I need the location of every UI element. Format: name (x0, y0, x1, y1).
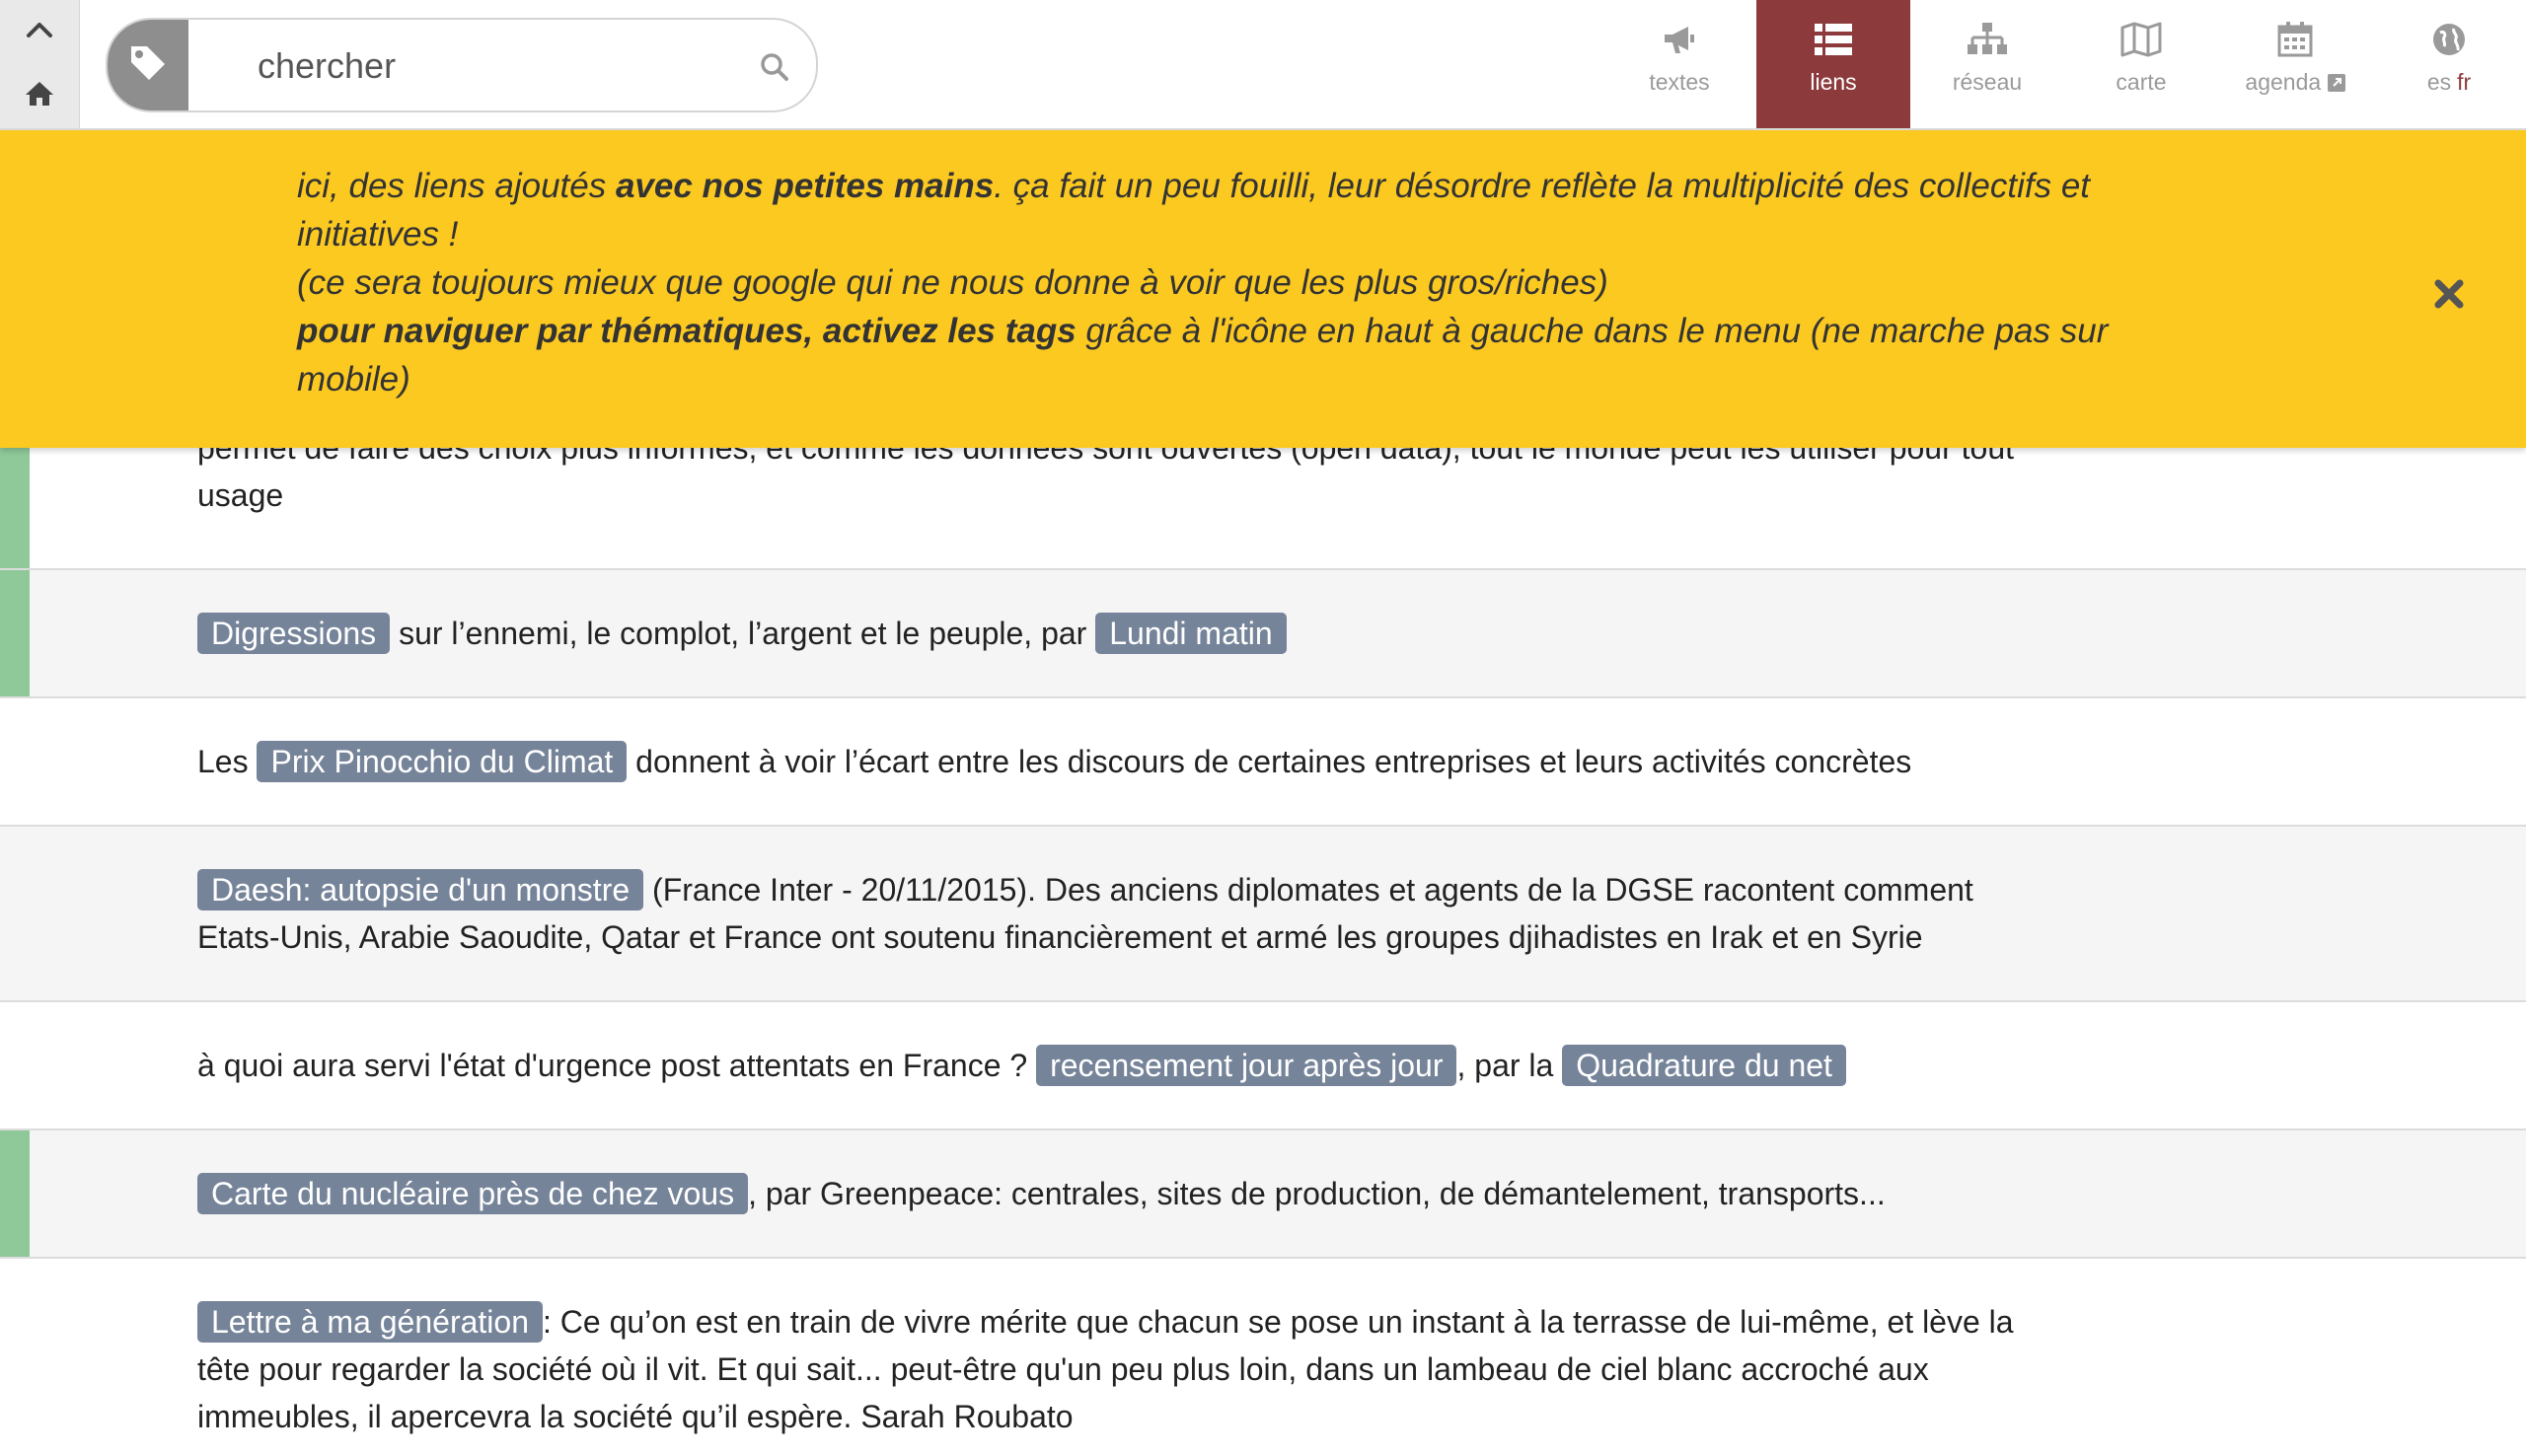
banner-line: (ce sera toujours mieux que google qui n… (297, 263, 1608, 302)
search-box (106, 18, 818, 112)
close-icon[interactable] (2427, 272, 2471, 316)
list-item-text: Les (197, 744, 258, 779)
link-tag[interactable]: Digressions (197, 613, 391, 654)
search-input[interactable] (256, 41, 733, 91)
link-tag[interactable]: Lettre à ma génération (197, 1301, 543, 1343)
list-item-text: à quoi aura servi l'état d'urgence post … (197, 1048, 1037, 1083)
arrow-up-icon (25, 20, 54, 44)
globe-icon (2432, 20, 2466, 59)
link-tag[interactable]: Quadrature du net (1562, 1045, 1846, 1086)
home-button[interactable] (0, 64, 79, 128)
status-flag (0, 1130, 30, 1257)
nav-label: liens (1810, 69, 1857, 95)
external-link-icon (2327, 71, 2345, 98)
banner-text: ici, des liens ajoutés avec nos petites … (297, 162, 2152, 403)
tag-icon (127, 42, 169, 89)
link-tag[interactable]: Daesh: autopsie d'un monstre (197, 869, 644, 910)
nav-textes[interactable]: textes (1602, 0, 1756, 128)
nav-label: carte (2116, 69, 2167, 95)
info-banner: ici, des liens ajoutés avec nos petites … (0, 130, 2526, 448)
link-tag[interactable]: Prix Pinocchio du Climat (257, 741, 628, 782)
link-tag[interactable]: Carte du nucléaire près de chez vous (197, 1173, 749, 1214)
nav-agenda[interactable]: agenda (2218, 0, 2372, 128)
search-icon[interactable] (755, 47, 794, 87)
nav-label: textes (1649, 69, 1710, 95)
nav-label: réseau (1952, 69, 2023, 95)
status-flag (0, 570, 30, 696)
list-item-text: , par Greenpeace: centrales, sites de pr… (748, 1176, 1886, 1211)
nav-reseau[interactable]: réseau (1910, 0, 2064, 128)
list-item: Digressions sur l’ennemi, le complot, l’… (0, 570, 2526, 698)
home-icon (24, 80, 55, 112)
nav-liens[interactable]: liens (1756, 0, 1910, 128)
nav-label: agenda (2245, 69, 2345, 98)
list-item: Daesh: autopsie d'un monstre (France Int… (0, 827, 2526, 1002)
list-icon (1815, 20, 1852, 59)
language-switch[interactable]: es fr (2372, 0, 2526, 128)
banner-emphasis: pour naviguer par thématiques, activez l… (297, 312, 1077, 350)
list-item-text: donnent à voir l’écart entre les discour… (627, 744, 1912, 779)
banner-line: ici, des liens ajoutés (297, 167, 616, 205)
list-item: Carte du nucléaire près de chez vous, pa… (0, 1130, 2526, 1259)
scroll-up-button[interactable] (0, 0, 79, 64)
banner-emphasis: avec nos petites mains (615, 167, 995, 205)
language-options: es fr (2427, 69, 2471, 96)
side-controls (0, 0, 80, 128)
list-item-text: sur l’ennemi, le complot, l’argent et le… (390, 616, 1096, 651)
list-item: Lettre à ma génération: Ce qu’on est en … (0, 1259, 2526, 1456)
nav-carte[interactable]: carte (2064, 0, 2218, 128)
map-icon (2120, 20, 2162, 59)
top-bar: textes liens réseau carte agenda (0, 0, 2526, 130)
main-nav: textes liens réseau carte agenda es fr (1602, 0, 2526, 128)
lang-fr-link[interactable]: fr (2457, 69, 2471, 95)
list-item: Les Prix Pinocchio du Climat donnent à v… (0, 698, 2526, 827)
nav-label-text: agenda (2245, 69, 2322, 95)
tags-toggle-button[interactable] (108, 20, 188, 110)
list-item: à quoi aura servi l'état d'urgence post … (0, 1002, 2526, 1130)
link-tag[interactable]: Lundi matin (1095, 613, 1287, 654)
sitemap-icon (1968, 20, 2007, 59)
lang-es-link[interactable]: es (2427, 69, 2451, 95)
calendar-icon (2277, 20, 2313, 59)
link-tag[interactable]: recensement jour après jour (1036, 1045, 1457, 1086)
megaphone-icon (1661, 20, 1698, 59)
list-item-text: , par la (1456, 1048, 1563, 1083)
